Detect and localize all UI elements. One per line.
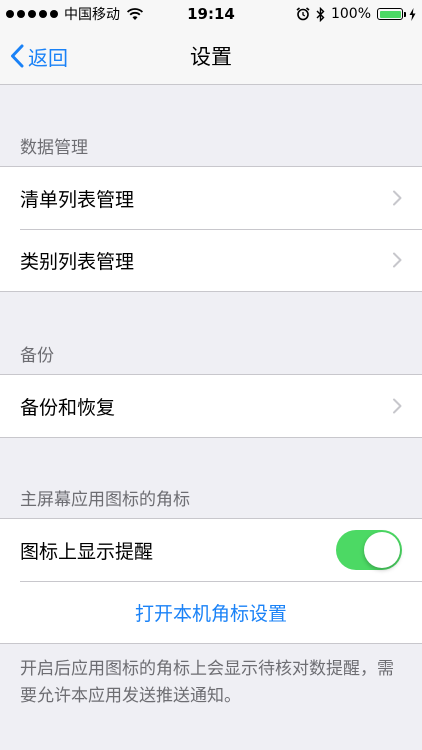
back-label: 返回 bbox=[28, 45, 68, 70]
cell-badge-toggle: 图标上显示提醒 bbox=[0, 519, 422, 581]
back-button[interactable]: 返回 bbox=[10, 28, 68, 84]
cell-label: 备份和恢复 bbox=[20, 396, 116, 419]
group-data-management: 清单列表管理 类别列表管理 bbox=[0, 166, 422, 292]
chevron-right-icon bbox=[393, 190, 402, 206]
toggle-knob bbox=[364, 532, 400, 568]
signal-strength-icon bbox=[6, 10, 58, 18]
bluetooth-icon bbox=[316, 6, 325, 22]
badge-footer-note: 开启后应用图标的角标上会显示待核对数提醒，需要允许本应用发送推送通知。 bbox=[20, 659, 394, 706]
group-badge: 图标上显示提醒 打开本机角标设置 bbox=[0, 518, 422, 644]
battery-percent: 100% bbox=[330, 6, 371, 22]
cell-label: 清单列表管理 bbox=[20, 188, 135, 211]
cell-category-management[interactable]: 类别列表管理 bbox=[0, 229, 422, 291]
battery-fill bbox=[379, 10, 401, 18]
status-left: 中国移动 bbox=[6, 0, 144, 28]
section-header-badge: 主屏幕应用图标的角标 bbox=[20, 490, 190, 510]
badge-toggle-switch[interactable] bbox=[336, 530, 402, 570]
wifi-icon bbox=[126, 8, 144, 20]
chevron-left-icon bbox=[11, 44, 24, 68]
cell-backup-restore[interactable]: 备份和恢复 bbox=[0, 375, 422, 437]
cell-label: 类别列表管理 bbox=[20, 250, 135, 273]
navigation-bar: 返回 设置 bbox=[0, 28, 422, 85]
cell-label: 图标上显示提醒 bbox=[20, 540, 154, 563]
status-bar: 中国移动 19:14 100% bbox=[0, 0, 422, 28]
section-header-data-management: 数据管理 bbox=[20, 138, 88, 158]
cell-list-management[interactable]: 清单列表管理 bbox=[0, 167, 422, 229]
chevron-right-icon bbox=[393, 252, 402, 268]
group-backup: 备份和恢复 bbox=[0, 374, 422, 438]
battery-icon bbox=[377, 8, 406, 20]
alarm-icon bbox=[296, 7, 310, 21]
chevron-right-icon bbox=[393, 398, 402, 414]
link-label: 打开本机角标设置 bbox=[134, 602, 287, 625]
charging-icon bbox=[409, 7, 416, 21]
open-badge-settings-link[interactable]: 打开本机角标设置 bbox=[0, 581, 422, 643]
carrier-name: 中国移动 bbox=[64, 7, 120, 23]
status-right: 100% bbox=[296, 0, 416, 28]
section-header-backup: 备份 bbox=[20, 346, 54, 366]
